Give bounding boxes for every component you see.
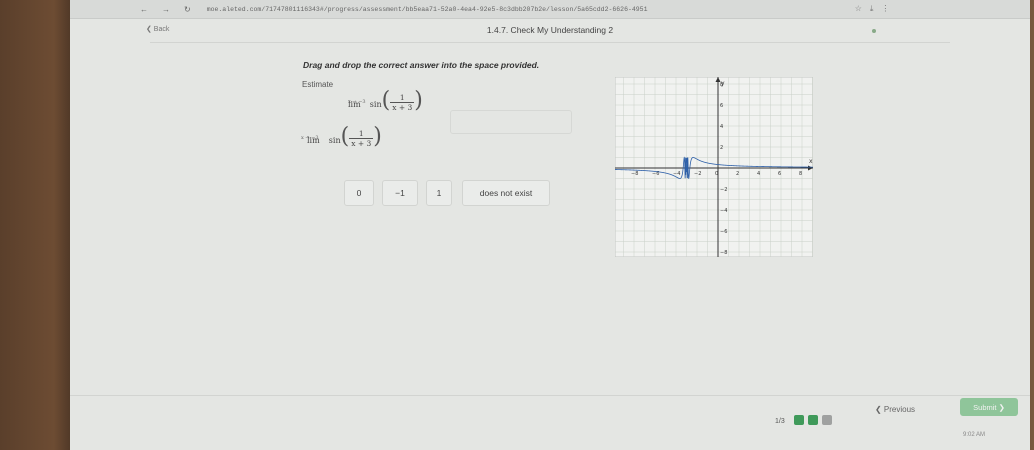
answer-chip-1[interactable]: 1 — [426, 180, 452, 206]
lim-subscript: x → −3 — [348, 99, 366, 105]
page-header: ❮ Back 1.4.7. Check My Understanding 2 — [70, 20, 1030, 42]
lim-subscript: x → −3 — [301, 135, 319, 141]
y-axis-label: y — [721, 80, 725, 87]
answer-chip-negative-1[interactable]: −1 — [382, 180, 418, 206]
y-tick-label: 6 — [720, 103, 723, 109]
y-tick-label: 4 — [720, 124, 723, 130]
question-status-2[interactable] — [808, 415, 818, 425]
sin-word: sin — [328, 136, 341, 145]
fraction: 1x + 3 — [349, 129, 374, 148]
y-tick-label: −6 — [720, 229, 727, 235]
browser-toolbar: ← → ↻ moe.aleted.com/71747801116343#/pro… — [70, 0, 1030, 19]
answer-chip-does-not-exist[interactable]: does not exist — [462, 180, 550, 206]
estimate-label: Estimate — [302, 80, 334, 89]
y-tick-label: −4 — [720, 208, 727, 214]
x-tick-label: 8 — [799, 171, 802, 177]
x-tick-label: 6 — [778, 171, 781, 177]
address-bar[interactable]: moe.aleted.com/71747801116343#/progress/… — [207, 6, 847, 13]
fraction: 1x + 3 — [390, 93, 415, 112]
x-tick-label: −8 — [631, 171, 638, 177]
status-dot — [872, 29, 876, 33]
footer-divider — [70, 395, 1030, 396]
sin-word: sin — [369, 100, 382, 109]
x-tick-label: 4 — [757, 171, 760, 177]
x-tick-label: 0 — [715, 171, 718, 177]
screen: ← → ↻ moe.aleted.com/71747801116343#/pro… — [70, 0, 1030, 450]
fraction-denominator: x + 3 — [392, 103, 413, 112]
x-axis-label: x — [809, 158, 813, 165]
y-tick-label: −8 — [720, 250, 727, 256]
page-indicator: 1/3 — [775, 418, 785, 425]
back-arrow-icon[interactable]: ← — [140, 5, 148, 14]
function-graph: −8 −6 −4 −2 0 2 4 6 8 8642−2−4−6−8 x y — [615, 77, 813, 257]
y-tick-label: −2 — [720, 187, 727, 193]
submit-button[interactable]: Submit ❯ — [960, 398, 1018, 416]
reload-icon[interactable]: ↻ — [184, 5, 191, 14]
menu-icon[interactable]: ⋮ — [881, 4, 889, 14]
x-tick-label: −2 — [694, 171, 701, 177]
x-tick-label: 2 — [736, 171, 739, 177]
browser-nav: ← → ↻ — [140, 5, 191, 14]
previous-button[interactable]: ❮ Previous — [875, 405, 915, 414]
question-status-3[interactable] — [822, 415, 832, 425]
header-divider — [150, 42, 950, 43]
limit-expression-top: lim x → −3 sin(1 x + 3) — [348, 88, 423, 113]
question-prompt: Drag and drop the correct answer into th… — [303, 60, 540, 70]
fraction-denominator: x + 3 — [351, 139, 372, 148]
question-status-1[interactable] — [794, 415, 804, 425]
fraction-numerator: 1 — [349, 129, 374, 139]
answer-drop-zone[interactable] — [450, 110, 572, 134]
download-icon[interactable]: ⤓ — [870, 4, 874, 14]
page-title: 1.4.7. Check My Understanding 2 — [486, 25, 614, 35]
taskbar-clock: 9:02 AM — [963, 432, 986, 438]
forward-arrow-icon[interactable]: → — [162, 5, 170, 14]
y-tick-label: 2 — [720, 145, 723, 151]
bookmark-star-icon[interactable]: ☆ — [855, 4, 862, 14]
limit-expression-answer: lim x → −3 sin(1 x + 3) — [301, 124, 382, 149]
answer-chip-0[interactable]: 0 — [344, 180, 374, 206]
fraction-numerator: 1 — [390, 93, 415, 103]
browser-tools: ☆ ⤓ ⋮ — [855, 4, 890, 14]
